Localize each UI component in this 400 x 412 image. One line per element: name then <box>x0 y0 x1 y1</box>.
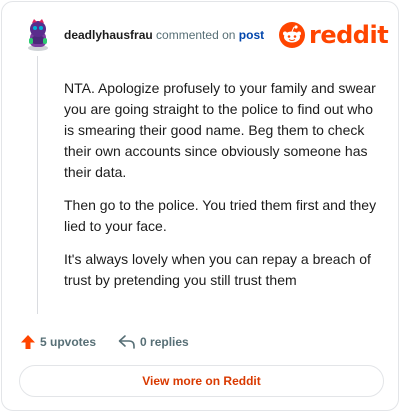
post-link[interactable]: post <box>239 28 264 42</box>
reddit-logo[interactable]: reddit <box>279 21 389 49</box>
upvotes-count: 5 upvotes <box>40 335 97 349</box>
replies-stat[interactable]: 0 replies <box>118 334 189 350</box>
upvotes-stat[interactable]: 5 upvotes <box>20 334 96 350</box>
comment-paragraph: NTA. Apologize profusely to your family … <box>64 80 376 180</box>
replies-count: 0 replies <box>140 335 189 349</box>
comment-meta: deadlyhausfrau commented on post <box>64 28 264 42</box>
reddit-wordmark: reddit <box>309 21 389 49</box>
reddit-snoo-icon <box>279 22 305 48</box>
comment-footer: 5 upvotes 0 replies <box>20 332 189 352</box>
comment-paragraph: It's always lovely when you can repay a … <box>64 251 371 288</box>
reply-arrow-icon <box>118 335 135 349</box>
comment-body: NTA. Apologize profusely to your family … <box>64 78 384 303</box>
comment-paragraph: Then go to the police. You tried them fi… <box>64 197 377 234</box>
user-avatar-icon[interactable] <box>24 18 52 52</box>
comment-header: deadlyhausfrau commented on post reddit <box>2 2 398 66</box>
comment-embed-card: deadlyhausfrau commented on post reddit … <box>1 1 399 411</box>
thread-line <box>37 56 38 314</box>
username-link[interactable]: deadlyhausfrau <box>64 28 153 42</box>
view-more-button[interactable]: View more on Reddit <box>19 365 384 397</box>
upvote-arrow-icon <box>21 335 35 349</box>
action-text: commented on <box>156 28 236 42</box>
